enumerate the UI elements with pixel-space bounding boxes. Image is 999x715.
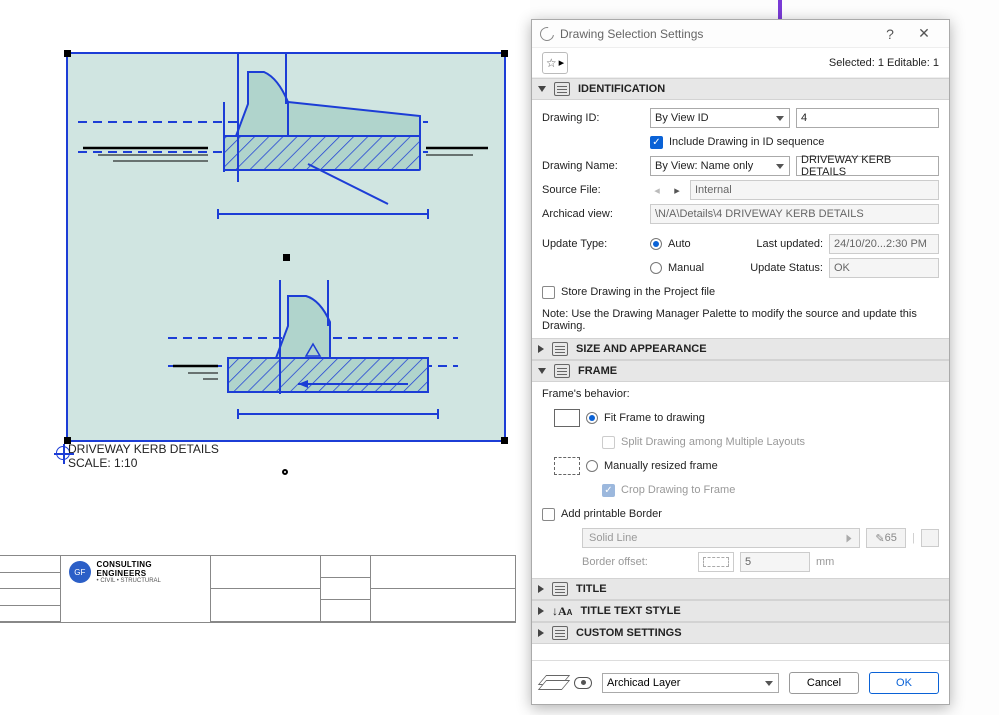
drawing-svg bbox=[68, 54, 508, 444]
border-pen-field: ✎ 65 bbox=[866, 528, 906, 548]
ok-button[interactable]: OK bbox=[869, 672, 939, 694]
title-icon bbox=[552, 582, 568, 596]
fit-frame-icon bbox=[554, 409, 580, 427]
drawing-canvas[interactable]: DRIVEWAY KERB DETAILS SCALE: 1:10 GF CON… bbox=[0, 0, 530, 715]
include-in-sequence-checkbox[interactable]: ✓ bbox=[650, 136, 663, 149]
selection-rectangle[interactable] bbox=[66, 52, 506, 442]
company-subtitle: • CIVIL • STRUCTURAL bbox=[97, 578, 202, 584]
drawing-manager-note: Note: Use the Drawing Manager Palette to… bbox=[542, 308, 939, 332]
drawing-scale: SCALE: 1:10 bbox=[68, 456, 137, 470]
source-file-field: Internal bbox=[690, 180, 939, 200]
visibility-icon[interactable] bbox=[574, 677, 592, 689]
update-manual-radio[interactable] bbox=[650, 262, 662, 274]
source-file-label: Source File: bbox=[542, 184, 644, 196]
nav-left-icon[interactable]: ◂ bbox=[650, 183, 664, 197]
border-offset-field: 5 bbox=[740, 552, 810, 572]
expand-icon bbox=[538, 345, 544, 353]
manual-frame-icon bbox=[554, 457, 580, 475]
printable-border-label: Add printable Border bbox=[561, 508, 662, 520]
layer-select[interactable]: Archicad Layer bbox=[602, 673, 779, 693]
fit-frame-radio[interactable] bbox=[586, 412, 598, 424]
drawing-id-field[interactable]: 4 bbox=[796, 108, 939, 128]
star-icon: ☆ bbox=[546, 56, 557, 70]
border-linetype-select: Solid Line bbox=[582, 528, 860, 548]
drawing-title: DRIVEWAY KERB DETAILS bbox=[68, 442, 219, 456]
company-logo-icon: GF bbox=[69, 561, 91, 583]
frame-behavior-label: Frame's behavior: bbox=[542, 388, 939, 400]
dialog-titlebar[interactable]: Drawing Selection Settings ? ✕ bbox=[532, 20, 949, 48]
store-in-project-checkbox[interactable] bbox=[542, 286, 555, 299]
split-layouts-label: Split Drawing among Multiple Layouts bbox=[621, 436, 805, 448]
section-frame[interactable]: FRAME bbox=[532, 360, 949, 382]
size-appearance-icon bbox=[552, 342, 568, 356]
selection-status: Selected: 1 Editable: 1 bbox=[829, 57, 939, 69]
update-auto-radio[interactable] bbox=[650, 238, 662, 250]
archicad-logo-icon bbox=[537, 24, 556, 43]
close-button[interactable]: ✕ bbox=[907, 25, 941, 42]
crop-to-frame-checkbox: ✓ bbox=[602, 484, 615, 497]
identification-icon bbox=[554, 82, 570, 96]
section-title[interactable]: TITLE bbox=[532, 578, 949, 600]
include-in-sequence-label: Include Drawing in ID sequence bbox=[669, 136, 824, 148]
store-in-project-label: Store Drawing in the Project file bbox=[561, 286, 715, 298]
split-layouts-checkbox bbox=[602, 436, 615, 449]
titleblock: GF CONSULTING ENGINEERS • CIVIL • STRUCT… bbox=[0, 555, 516, 623]
update-status-label: Update Status: bbox=[750, 262, 823, 274]
update-type-label: Update Type: bbox=[542, 238, 644, 250]
dialog-title: Drawing Selection Settings bbox=[560, 27, 873, 41]
expand-icon bbox=[538, 607, 544, 615]
section-identification[interactable]: IDENTIFICATION bbox=[532, 78, 949, 100]
cancel-button[interactable]: Cancel bbox=[789, 672, 859, 694]
layer-icon bbox=[542, 675, 564, 691]
nav-right-icon[interactable]: ▸ bbox=[670, 183, 684, 197]
expand-icon bbox=[538, 629, 544, 637]
last-updated-label: Last updated: bbox=[756, 238, 823, 250]
drawing-id-mode-select[interactable]: By View ID bbox=[650, 108, 790, 128]
border-offset-icon bbox=[698, 552, 734, 572]
collapse-icon bbox=[538, 368, 546, 374]
last-updated-field: 24/10/20...2:30 PM bbox=[829, 234, 939, 254]
section-size-appearance[interactable]: SIZE AND APPEARANCE bbox=[532, 338, 949, 360]
custom-settings-icon bbox=[552, 626, 568, 640]
frame-icon bbox=[554, 364, 570, 378]
border-offset-label: Border offset: bbox=[582, 556, 692, 568]
crop-to-frame-label: Crop Drawing to Frame bbox=[621, 484, 735, 496]
border-color-swatch bbox=[921, 529, 939, 547]
collapse-icon bbox=[538, 86, 546, 92]
help-button[interactable]: ? bbox=[873, 26, 907, 42]
company-name: CONSULTING ENGINEERS bbox=[97, 560, 202, 578]
section-custom-settings[interactable]: CUSTOM SETTINGS bbox=[532, 622, 949, 644]
drawing-selection-settings-dialog: Drawing Selection Settings ? ✕ ☆ ▸ Selec… bbox=[531, 19, 950, 705]
printable-border-checkbox[interactable] bbox=[542, 508, 555, 521]
favorites-button[interactable]: ☆ ▸ bbox=[542, 52, 568, 74]
drawing-name-field[interactable]: DRIVEWAY KERB DETAILS bbox=[796, 156, 939, 176]
drawing-id-label: Drawing ID: bbox=[542, 112, 644, 124]
drawing-name-label: Drawing Name: bbox=[542, 160, 644, 172]
manual-frame-radio[interactable] bbox=[586, 460, 598, 472]
archicad-view-field: \N/A\Details\4 DRIVEWAY KERB DETAILS bbox=[650, 204, 939, 224]
expand-icon bbox=[538, 585, 544, 593]
text-style-icon: ↓AA bbox=[552, 604, 572, 619]
update-status-field: OK bbox=[829, 258, 939, 278]
archicad-view-label: Archicad view: bbox=[542, 208, 644, 220]
drawing-name-mode-select[interactable]: By View: Name only bbox=[650, 156, 790, 176]
section-title-text-style[interactable]: ↓AA TITLE TEXT STYLE bbox=[532, 600, 949, 622]
decorative-accent bbox=[778, 0, 782, 19]
chevron-right-icon: ▸ bbox=[559, 56, 565, 69]
